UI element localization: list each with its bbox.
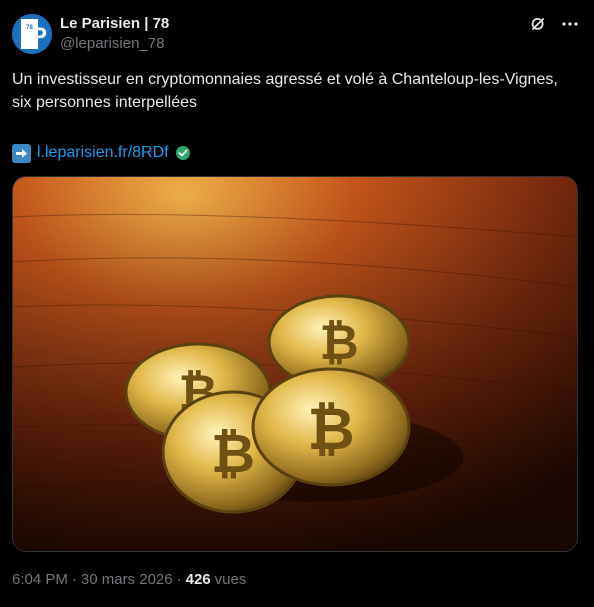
tweet-date[interactable]: 30 mars 2026 — [81, 571, 173, 588]
views-label: vues — [214, 571, 247, 588]
bitcoin-coin-front-right: ₿ — [251, 367, 411, 487]
tweet-time[interactable]: 6:04 PM — [12, 571, 68, 588]
grok-icon[interactable] — [528, 14, 548, 34]
svg-text:₿: ₿ — [211, 424, 255, 484]
more-icon[interactable] — [560, 14, 580, 34]
right-arrow-emoji-icon — [12, 143, 31, 163]
svg-text:₿: ₿ — [307, 397, 354, 462]
author-block: Le Parisien | 78 @leparisien_78 — [60, 14, 169, 53]
handle[interactable]: @leparisien_78 — [60, 34, 169, 53]
tweet-text: Un investisseur en cryptomonnaies agress… — [12, 71, 558, 111]
avatar-letter: P — [31, 23, 47, 50]
top-actions — [528, 14, 580, 34]
tweet-meta: 6:04 PM · 30 mars 2026 · 426 vues — [12, 571, 246, 588]
meta-separator: · — [71, 571, 77, 588]
avatar[interactable]: 78 P — [12, 14, 52, 54]
tweet-image[interactable]: ₿ ₿ ₿ ₿ — [12, 176, 578, 552]
meta-separator: · — [176, 571, 182, 588]
verified-check-icon — [175, 145, 191, 161]
link-line: l.leparisien.fr/8RDf — [12, 143, 191, 163]
display-name[interactable]: Le Parisien | 78 — [60, 14, 169, 33]
tweet-link[interactable]: l.leparisien.fr/8RDf — [37, 144, 169, 162]
views-count: 426 — [185, 571, 211, 588]
tweet-card: 78 P Le Parisien | 78 @leparisien_78 Un … — [0, 0, 594, 607]
svg-text:₿: ₿ — [319, 317, 358, 370]
